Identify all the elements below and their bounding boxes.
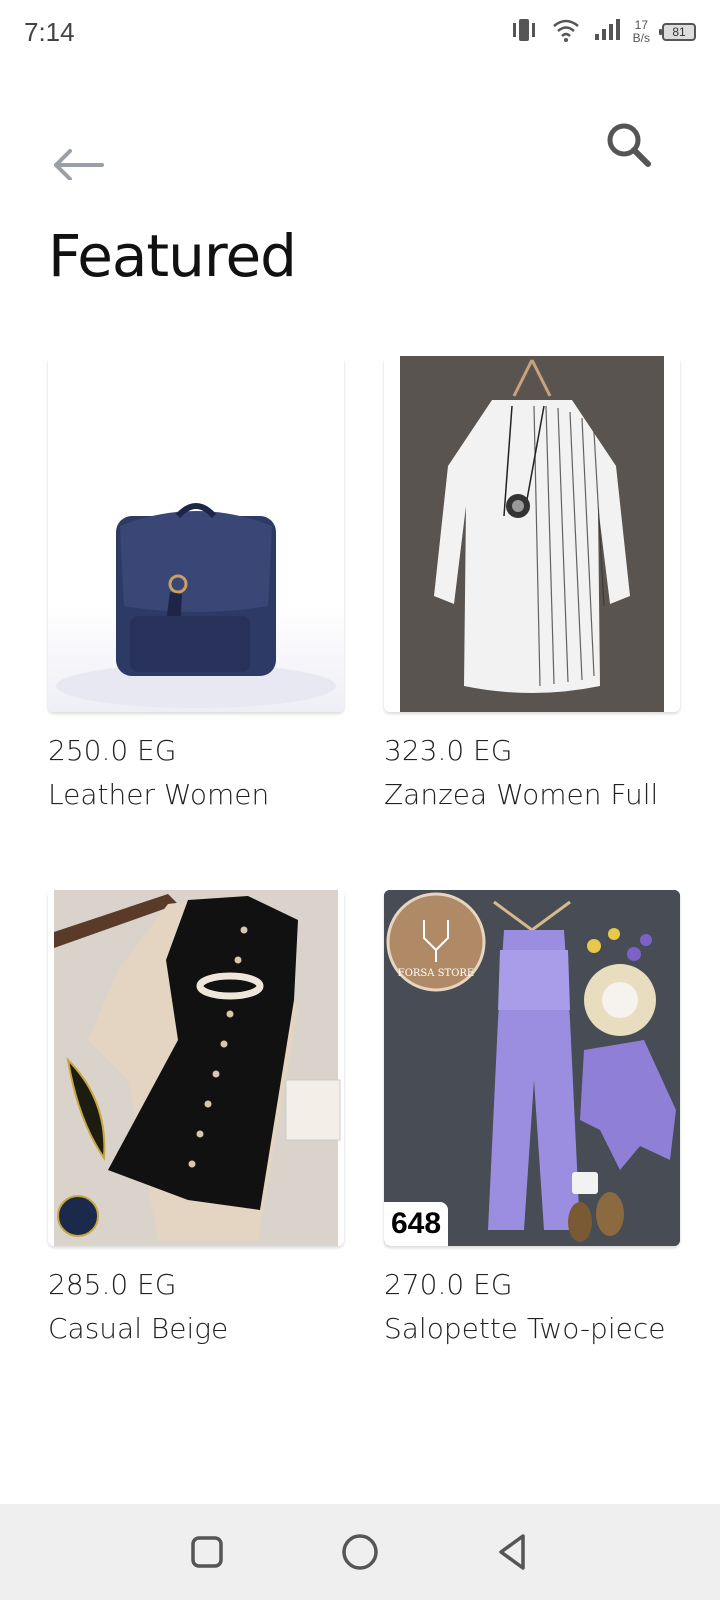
signal-icon (593, 18, 621, 46)
recent-apps-button[interactable] (177, 1522, 237, 1582)
product-price: 270.0 EG (384, 1268, 513, 1301)
search-icon (607, 123, 651, 167)
product-name: Zanzea Women Full (384, 778, 659, 811)
svg-text:FORSA STORE: FORSA STORE (398, 968, 474, 979)
product-card-leather-women[interactable]: 250.0 EG Leather Women (48, 356, 344, 811)
page-title: Featured (48, 222, 297, 290)
battery-icon: 81 (659, 23, 696, 41)
product-card-zanzea-women[interactable]: 323.0 EG Zanzea Women Full (384, 356, 680, 811)
network-speed: 17 B/s (633, 19, 650, 45)
product-price: 250.0 EG (48, 734, 177, 767)
arrow-left-icon (54, 149, 104, 181)
app-bar (0, 100, 720, 200)
system-nav-bar (0, 1504, 720, 1600)
product-card-casual-beige[interactable]: 285.0 EG Casual Beige (48, 890, 344, 1345)
square-icon (190, 1536, 223, 1568)
home-button[interactable] (330, 1522, 390, 1582)
back-button[interactable] (48, 120, 108, 181)
circle-icon (342, 1534, 378, 1570)
product-name: Leather Women (48, 778, 270, 811)
product-price: 285.0 EG (48, 1268, 177, 1301)
wifi-icon (551, 17, 581, 47)
product-name: Casual Beige (48, 1312, 229, 1345)
product-image-backpack (48, 356, 344, 712)
product-name: Salopette Two-piece (384, 1312, 666, 1345)
product-image-striped-shirt (384, 356, 680, 712)
product-image-beige-dress (48, 890, 344, 1246)
battery-level: 81 (672, 25, 686, 39)
status-bar: 7:14 17 B/s 81 (0, 0, 720, 64)
status-time: 7:14 (24, 16, 75, 47)
product-price: 323.0 EG (384, 734, 513, 767)
product-card-salopette[interactable]: FORSA STORE 648 270.0 EG Salopette Two-p… (384, 890, 680, 1345)
product-badge: 648 (384, 1202, 448, 1246)
status-icons: 17 B/s 81 (509, 17, 696, 47)
network-speed-unit: B/s (632, 31, 650, 45)
product-image-purple-jumpsuit: FORSA STORE 648 (384, 890, 680, 1246)
nav-back-button[interactable] (483, 1522, 543, 1582)
search-button[interactable] (598, 116, 662, 180)
triangle-back-icon (499, 1534, 526, 1570)
vibrate-icon (509, 17, 539, 47)
